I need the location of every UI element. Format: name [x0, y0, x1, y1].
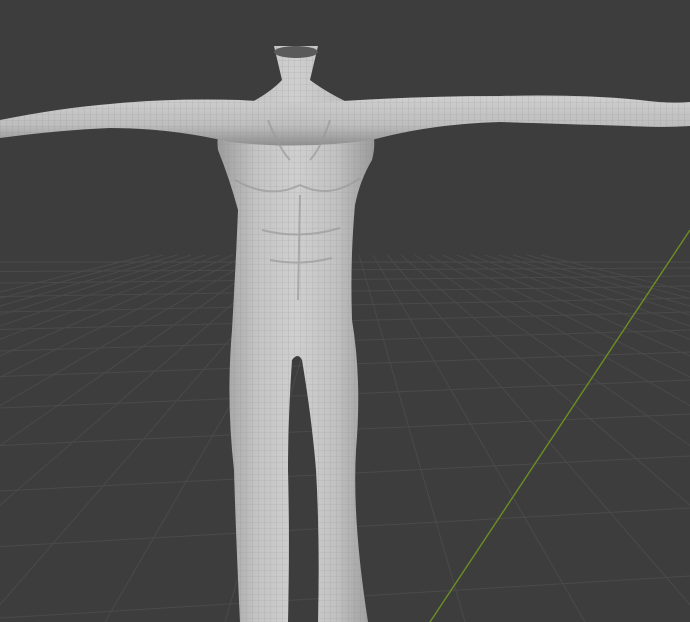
grid-line — [0, 254, 262, 407]
grid-line — [0, 254, 248, 378]
viewport-canvas[interactable] — [0, 0, 690, 622]
neck-opening — [274, 46, 318, 58]
grid-line — [484, 254, 690, 327]
grid-line — [498, 254, 690, 316]
grid-line — [512, 254, 690, 307]
grid-line — [456, 254, 690, 357]
grid-line — [540, 254, 690, 293]
grid-line — [358, 254, 466, 622]
grid-line — [428, 254, 690, 407]
3d-viewport[interactable] — [0, 0, 690, 622]
grid-line — [442, 254, 690, 378]
